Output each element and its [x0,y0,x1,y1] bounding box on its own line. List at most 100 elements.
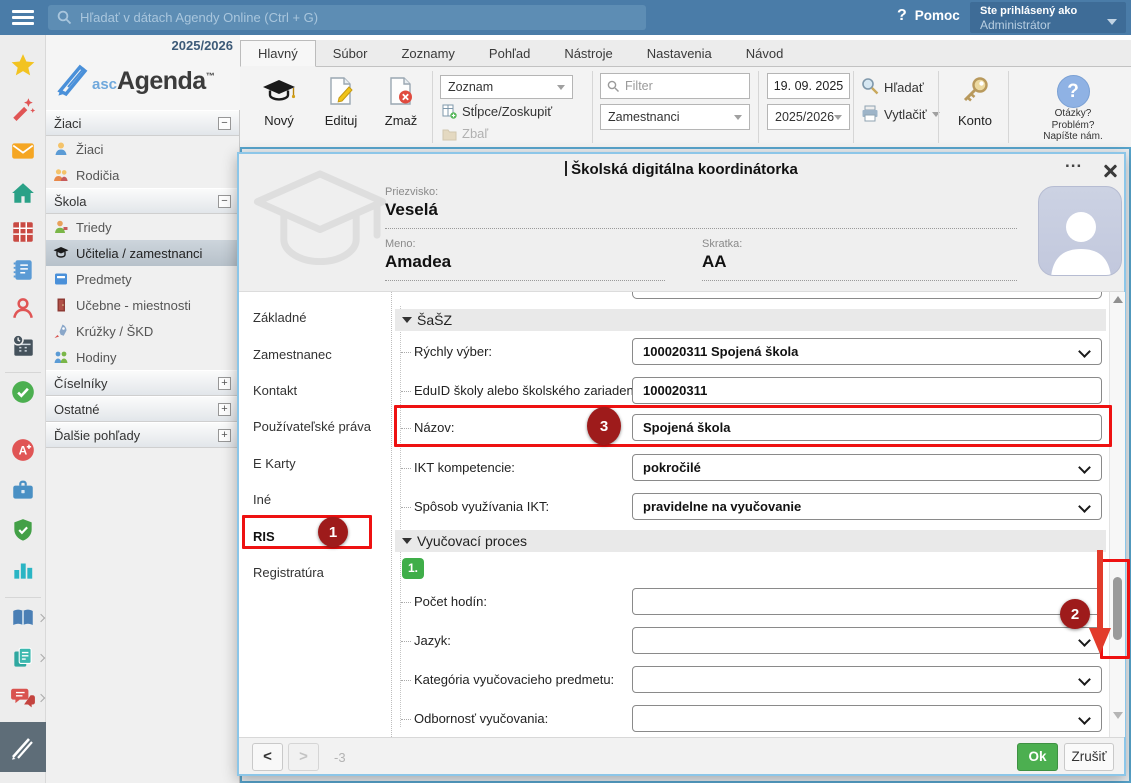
surname-label: Priezvisko: [385,186,438,198]
help-button[interactable]: ?Pomoc [897,7,960,25]
filter-input[interactable] [625,74,743,98]
dialog-tab-pouzivatelske-prava[interactable]: Používateľské práva [253,419,371,443]
search-records-button[interactable]: Hľadať [861,77,924,95]
sidebar-section-skola[interactable]: Škola− [46,188,239,214]
sidebar-section-dalsie-pohlady[interactable]: Ďalšie pohľady+ [46,422,239,448]
tab-zoznamy[interactable]: Zoznamy [384,41,471,66]
sidebar-item-rodicia[interactable]: Rodičia [46,162,239,188]
notebook-icon[interactable] [10,257,36,283]
dialog-tab-registratura[interactable]: Registratúra [253,565,324,589]
account-button[interactable]: Konto [946,75,1004,128]
scroll-up-icon[interactable] [1113,296,1123,303]
sidebar-item-ucitelia-zamestnanci[interactable]: Učitelia / zamestnanci [46,240,239,266]
library-book-icon[interactable] [10,605,36,631]
sidebar-item-triedy[interactable]: Triedy [46,214,239,240]
wizard-wand-icon[interactable] [10,95,36,121]
firstname-value[interactable]: Amadea [385,252,451,272]
next-record-button[interactable]: > [288,743,319,771]
dataset-select[interactable]: Zamestnanci [600,104,750,130]
date-field[interactable]: 19. 09. 2025 [767,73,850,99]
quick-select[interactable]: 100020311 Spojená škola [632,338,1102,365]
shield-check-icon[interactable] [10,517,36,543]
scroll-down-icon[interactable] [1113,712,1123,719]
tab-nastavenia[interactable]: Nastavenia [630,41,729,66]
bar-chart-icon[interactable] [10,557,36,583]
sidebar-section-ziaci[interactable]: Žiaci− [46,110,239,136]
expand-icon[interactable]: + [218,377,231,390]
tab-hlavny[interactable]: Hlavný [240,40,316,67]
sidebar-section-ostatne[interactable]: Ostatné+ [46,396,239,422]
eduid-input[interactable] [632,377,1102,404]
sidebar-item-ucebne[interactable]: Učebne - miestnosti [46,292,239,318]
timetable-grid-icon[interactable] [10,219,36,245]
close-icon[interactable] [1102,163,1118,179]
agenda-pencil-logo-active[interactable] [0,722,46,772]
cancel-button[interactable]: Zrušiť [1064,743,1114,771]
section-sasz[interactable]: ŠaŠZ [395,309,1106,331]
tab-subor[interactable]: Súbor [316,41,385,66]
user-name: Administrátor [980,18,1051,32]
sidebar-item-ziaci[interactable]: Žiaci [46,136,239,162]
delete-button[interactable]: Zmaž [372,75,430,128]
ok-button[interactable]: Ok [1017,743,1058,771]
filter-box[interactable] [600,73,750,99]
grades-icon[interactable]: A [10,437,36,463]
print-button[interactable]: Vytlačiť [861,105,940,122]
favorites-star-icon[interactable] [10,52,36,78]
odbornost-select[interactable] [632,705,1102,732]
student-icon [53,141,69,157]
tab-pohlad[interactable]: Pohľad [472,41,547,66]
collapse-icon[interactable]: − [218,195,231,208]
view-select[interactable]: Zoznam [440,75,573,99]
sidebar-item-hodiny[interactable]: Hodiny [46,344,239,370]
pocet-hodin-input[interactable] [632,588,1102,615]
expand-icon[interactable]: + [218,429,231,442]
collapse-icon[interactable]: − [218,117,231,130]
ikt-kompetencie-select[interactable]: pokročilé [632,454,1102,481]
contact-help-button[interactable]: ? Otázky? Problém? Napíšte nám. [1025,75,1121,143]
shortcut-value[interactable]: AA [702,252,727,272]
home-icon[interactable] [10,180,36,206]
user-menu[interactable]: Ste prihlásený ako Administrátor [970,2,1126,33]
sposob-ikt-select[interactable]: pravidelne na vyučovanie [632,493,1102,520]
new-button[interactable]: Nový [250,75,308,128]
prev-record-button[interactable]: < [252,743,283,771]
search-input[interactable] [80,5,640,30]
sidebar-item-predmety[interactable]: Predmety [46,266,239,292]
columns-group-button[interactable]: Stĺpce/Zoskupiť [442,104,552,119]
calendar-clock-icon[interactable] [10,333,36,359]
folder-icon [442,128,457,141]
kategoria-predmetu-select[interactable] [632,666,1102,693]
expand-icon[interactable]: + [218,403,231,416]
form-scrollbar[interactable] [1109,292,1125,737]
more-options-button[interactable]: ... [1065,152,1082,172]
collapse-button[interactable]: Zbaľ [442,126,488,141]
app-window: ?Pomoc Ste prihlásený ako Administrátor … [0,0,1131,783]
person-profile-icon[interactable] [10,295,36,321]
documents-icon[interactable] [10,645,36,671]
edit-button[interactable]: Edituj [312,75,370,128]
avatar[interactable] [1038,186,1122,276]
dialog-tab-ekarty[interactable]: E Karty [253,456,296,480]
dialog-tab-zamestnanec[interactable]: Zamestnanec [253,347,332,371]
process-index-badge: 1. [402,558,424,579]
briefcase-icon[interactable] [10,477,36,503]
mail-icon[interactable] [10,138,36,164]
sidebar-section-ciselniky[interactable]: Číselníky+ [46,370,239,396]
person-silhouette-icon [1039,203,1122,276]
dialog-tab-ine[interactable]: Iné [253,492,271,516]
hamburger-menu-icon[interactable] [0,0,46,35]
chat-bubbles-icon[interactable] [10,685,36,711]
check-badge-icon[interactable] [10,379,36,405]
sidebar-item-kruzky[interactable]: Krúžky / ŠKD [46,318,239,344]
dialog-tab-kontakt[interactable]: Kontakt [253,383,297,407]
section-vyucovaci-proces[interactable]: Vyučovací proces [395,530,1106,552]
tab-navod[interactable]: Návod [729,41,801,66]
school-year-select[interactable]: 2025/2026 [767,104,850,130]
tab-nastroje[interactable]: Nástroje [547,41,629,66]
global-search[interactable] [48,5,646,30]
surname-value[interactable]: Veselá [385,200,438,220]
odbornost-label: Odbornosť vyučovania: [414,711,548,726]
dialog-tab-zakladne[interactable]: Základné [253,310,306,334]
jazyk-select[interactable] [632,627,1102,654]
